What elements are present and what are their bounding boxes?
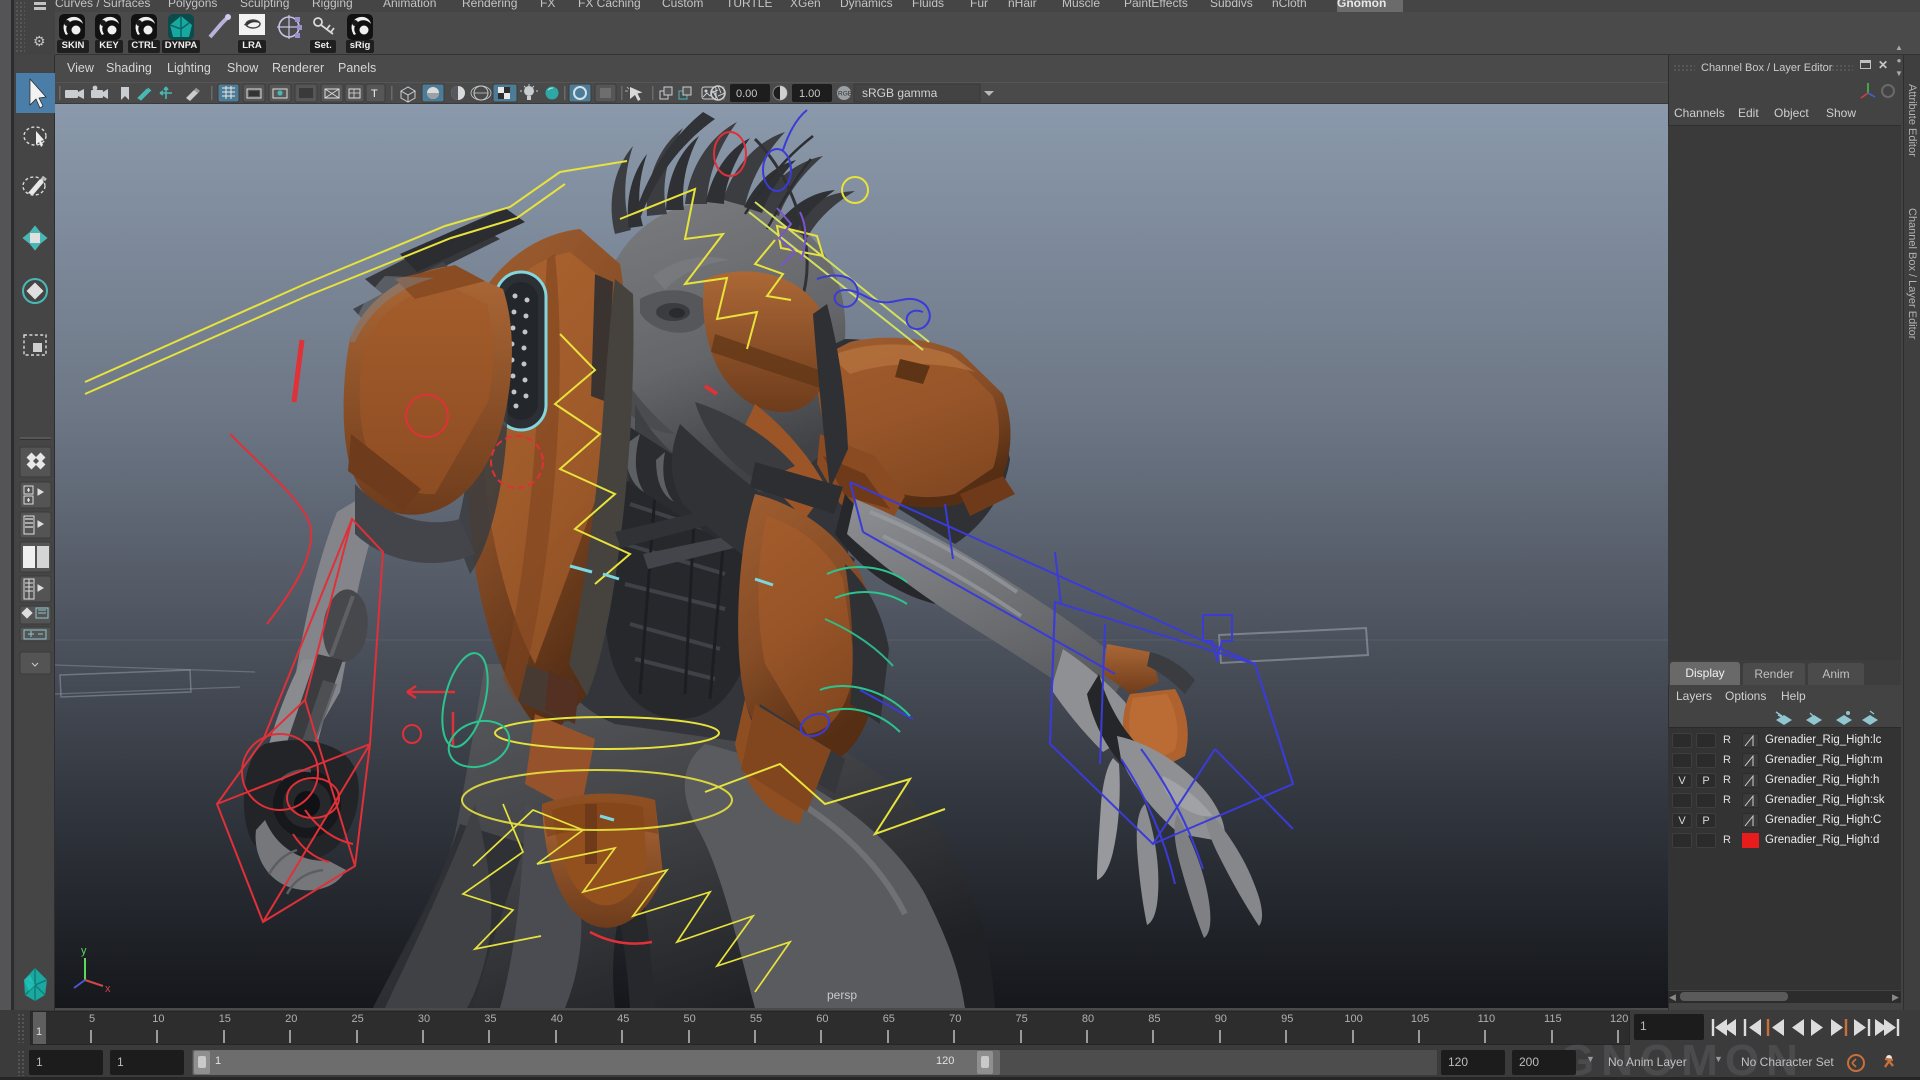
svg-text:x: x: [105, 983, 111, 995]
svg-text:persp: persp: [827, 988, 857, 1002]
svg-text:RGB: RGB: [838, 91, 852, 98]
svg-text:0.00: 0.00: [736, 88, 757, 100]
svg-text:T: T: [371, 88, 378, 100]
svg-text:1.00: 1.00: [799, 88, 820, 100]
svg-text:sRGB gamma: sRGB gamma: [862, 86, 938, 100]
svg-text:y: y: [81, 945, 87, 957]
